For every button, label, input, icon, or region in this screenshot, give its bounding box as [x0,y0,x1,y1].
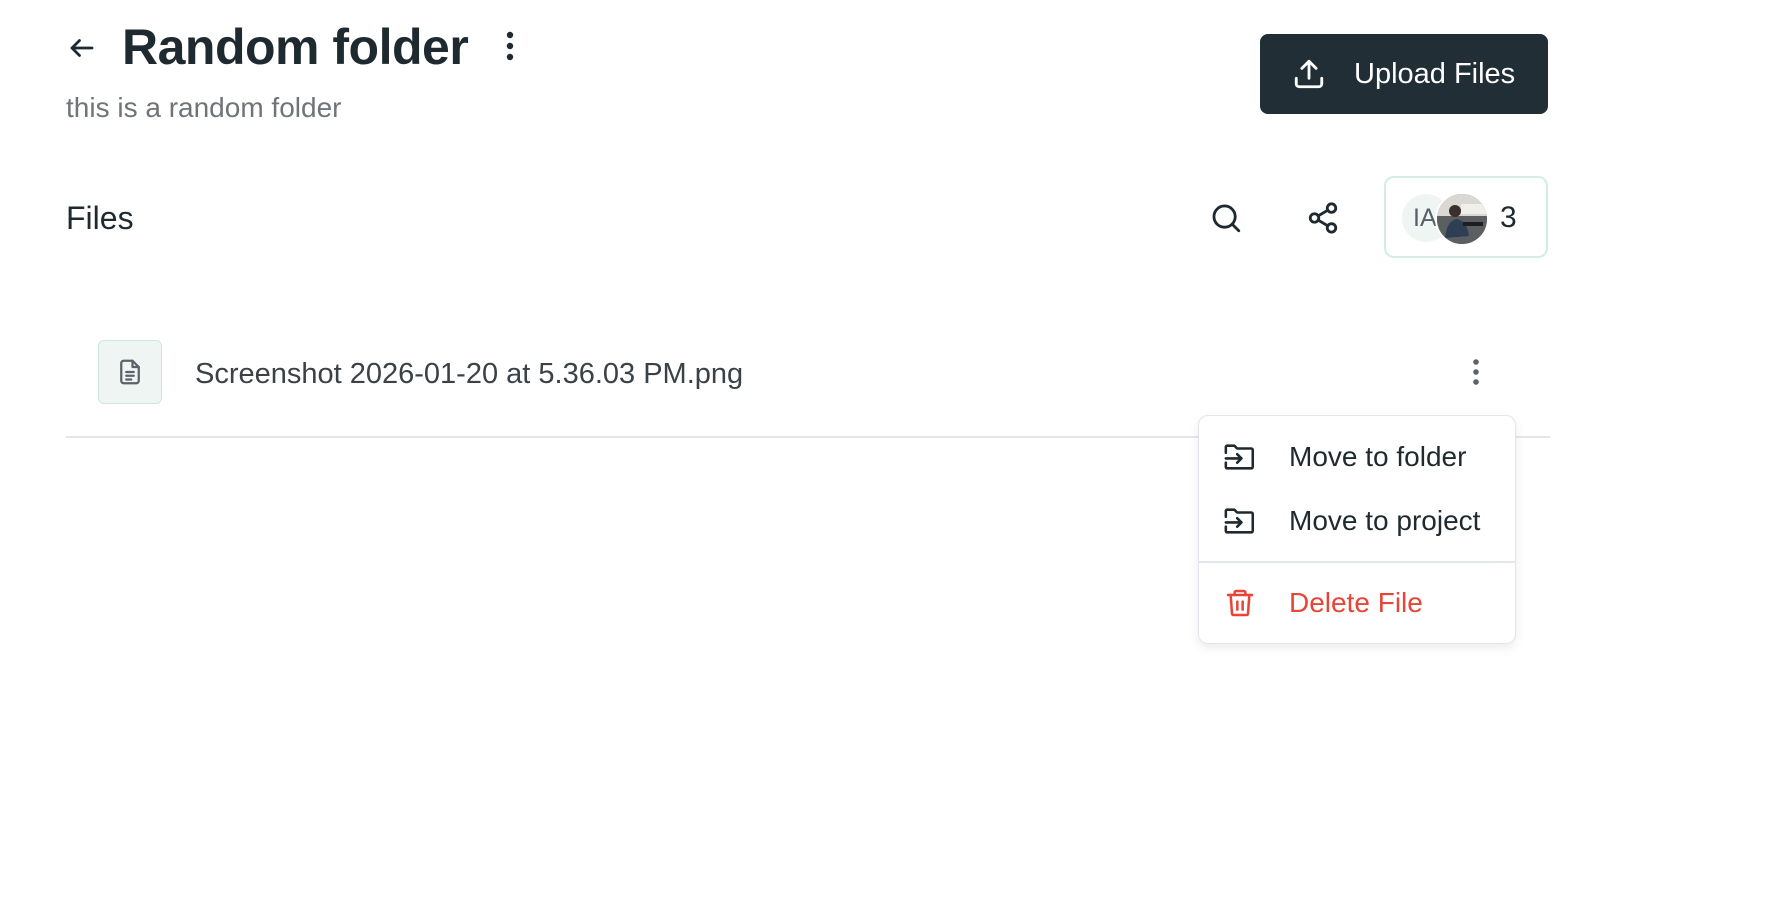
menu-divider [1199,561,1515,563]
folder-page: Random folder this is a random folder Up… [0,0,1778,898]
back-button[interactable] [62,28,102,68]
upload-files-button[interactable]: Upload Files [1260,34,1548,114]
menu-item-label: Move to folder [1289,441,1467,472]
member-count: 3 [1500,201,1517,234]
file-options-button[interactable] [1458,352,1494,392]
move-to-project-icon [1223,504,1257,538]
arrow-left-icon [67,33,97,63]
menu-item-move-to-project[interactable]: Move to project [1199,492,1515,550]
share-icon [1306,201,1340,235]
menu-item-move-to-folder[interactable]: Move to folder [1199,428,1515,486]
members-button[interactable]: IA 3 [1384,176,1548,258]
folder-options-button[interactable] [494,26,526,66]
upload-icon [1292,57,1326,91]
file-name[interactable]: Screenshot 2026-01-20 at 5.36.03 PM.png [195,354,743,394]
trash-icon [1223,586,1257,620]
search-icon [1209,201,1243,235]
menu-item-delete-file[interactable]: Delete File [1199,574,1515,632]
move-to-folder-icon [1223,440,1257,474]
files-heading: Files [66,200,134,236]
share-button[interactable] [1299,194,1347,242]
menu-item-label: Delete File [1289,587,1423,618]
file-type-badge [98,340,162,404]
folder-description: this is a random folder [66,92,342,123]
upload-files-label: Upload Files [1354,57,1516,90]
file-text-icon [115,357,145,387]
page-title: Random folder [122,19,469,75]
search-button[interactable] [1202,194,1250,242]
file-context-menu: Move to folder Move to project Delete Fi… [1198,415,1516,644]
menu-item-label: Move to project [1289,505,1481,536]
more-vertical-icon [1472,358,1480,386]
more-vertical-icon [505,30,515,62]
avatar-photo [1435,192,1489,246]
